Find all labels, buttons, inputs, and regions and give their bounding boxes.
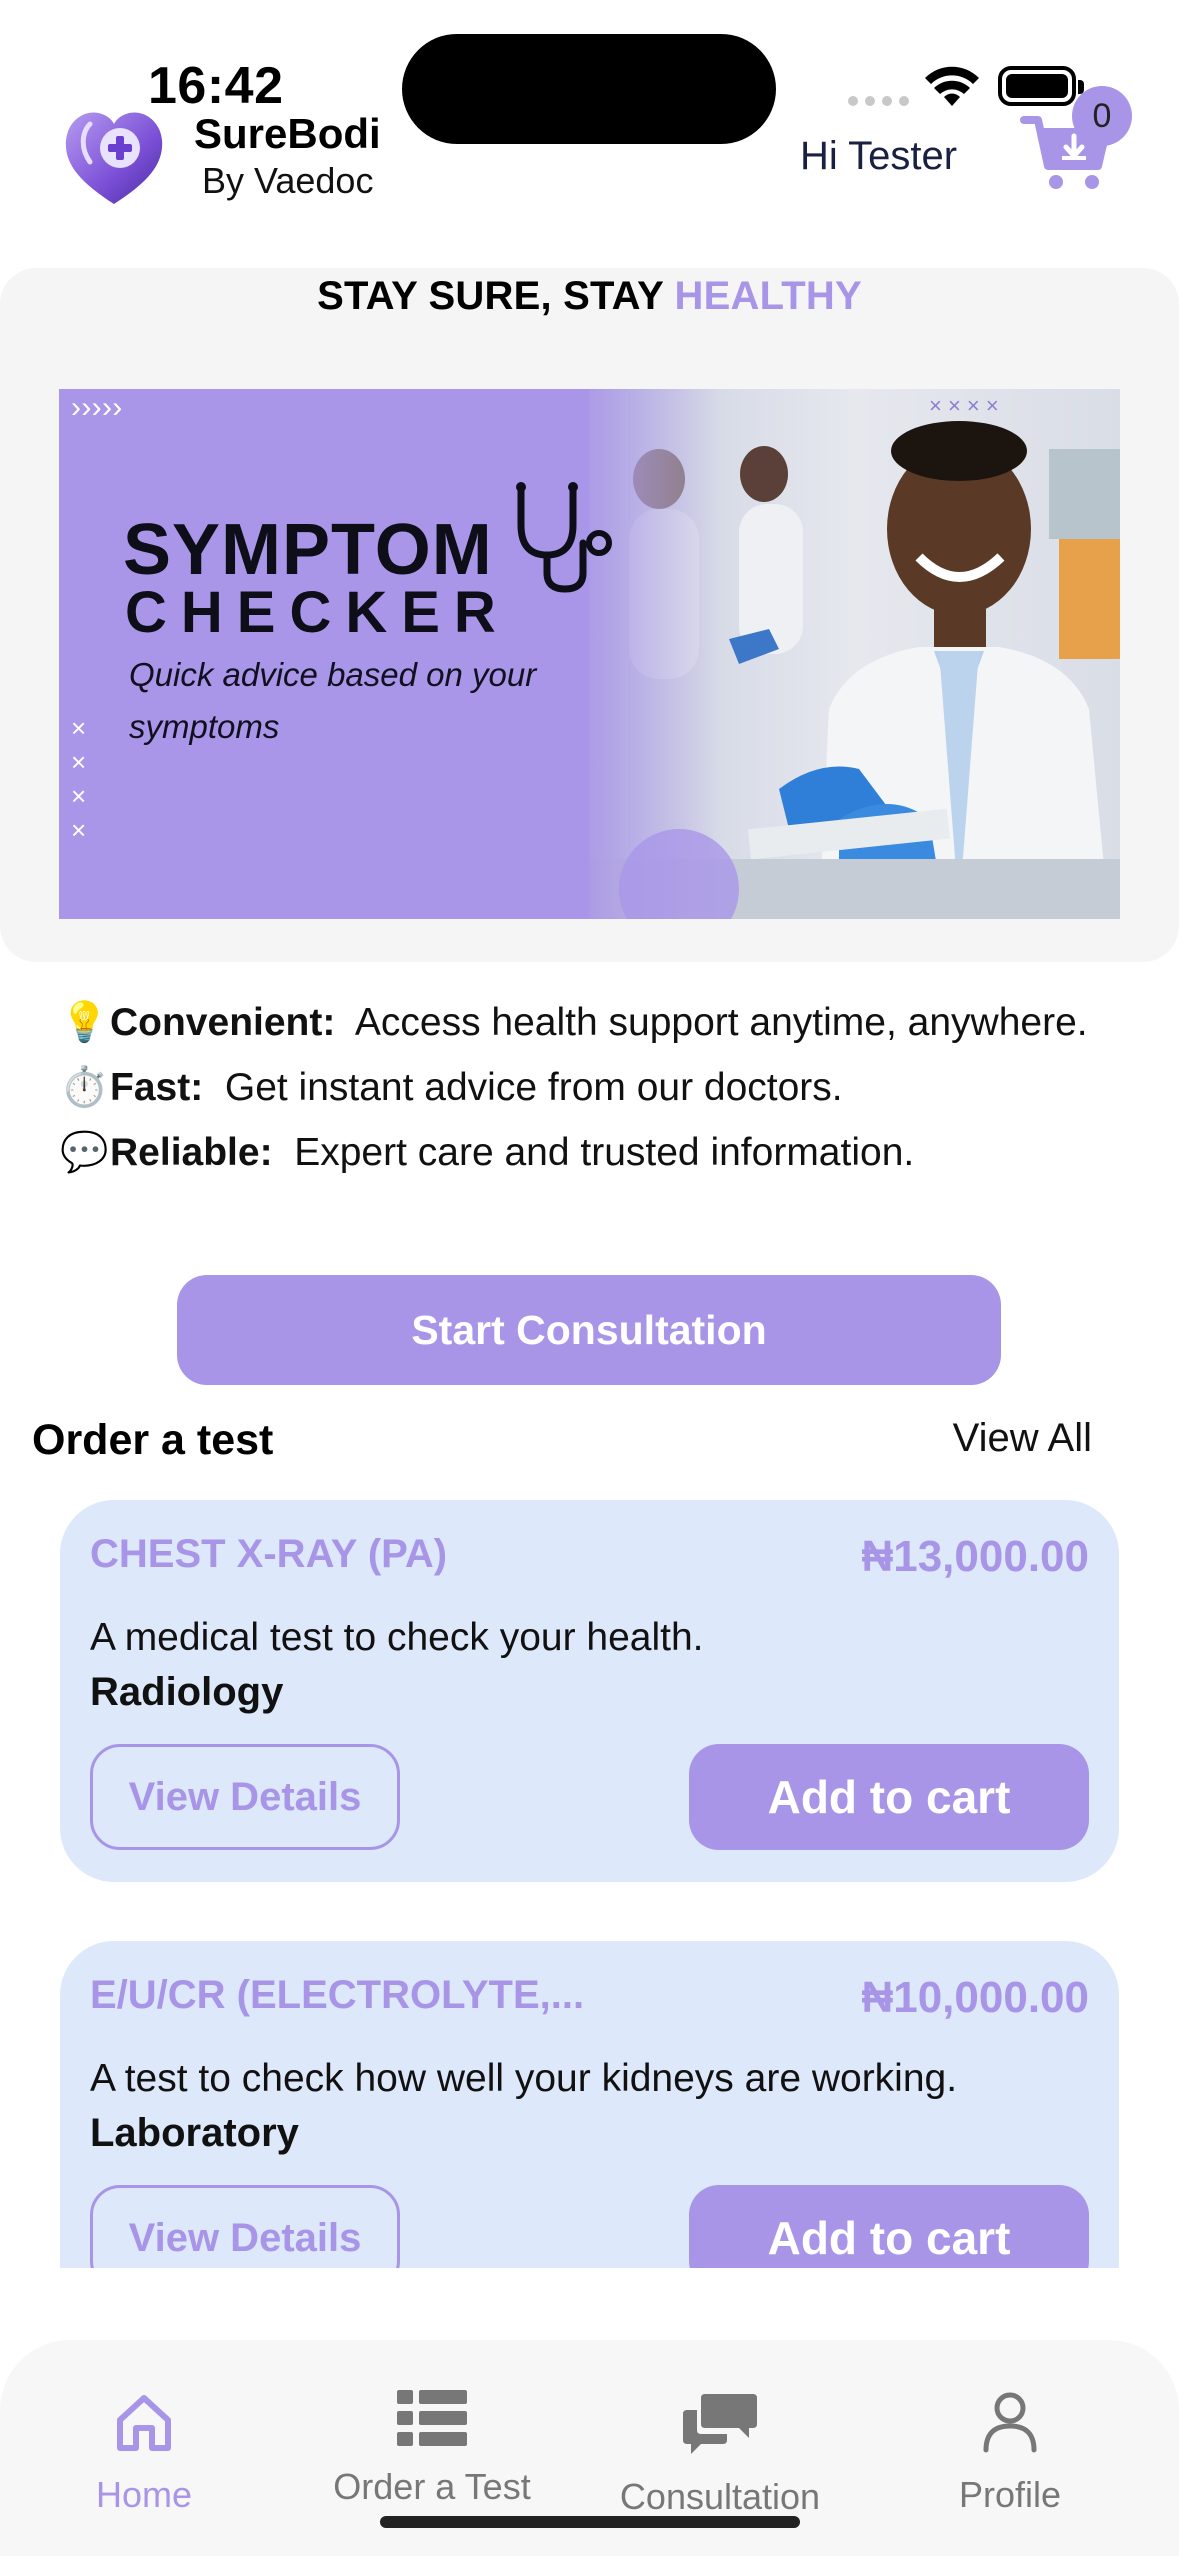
banner-title-line2: CHECKER <box>125 580 510 645</box>
start-consultation-button[interactable]: Start Consultation <box>177 1275 1001 1385</box>
tagline-main: STAY SURE, STAY <box>317 274 675 318</box>
feature-fast: ⏱️Fast: Get instant advice from our doct… <box>60 1055 1120 1120</box>
view-details-button[interactable]: View Details <box>90 1744 400 1850</box>
view-all-link[interactable]: View All <box>953 1416 1092 1461</box>
tab-label: Consultation <box>619 2476 821 2517</box>
banner-subtitle: Quick advice based on your symptoms <box>129 656 537 745</box>
cellular-signal-icon <box>848 96 910 108</box>
feature-label: Fast: <box>110 1066 204 1109</box>
status-time: 16:42 <box>148 57 284 115</box>
chat-bubbles-icon <box>683 2394 757 2454</box>
speech-bubble-icon: 💬 <box>60 1131 109 1174</box>
home-indicator[interactable] <box>380 2516 800 2528</box>
feature-reliable: 💬Reliable: Expert care and trusted infor… <box>60 1120 1120 1185</box>
tab-label: Order a Test <box>333 2466 531 2507</box>
brand-name: SureBodi <box>194 110 381 157</box>
test-price: ₦10,000.00 <box>861 1973 1089 2022</box>
view-details-button[interactable]: View Details <box>90 2185 400 2268</box>
person-icon <box>983 2392 1037 2453</box>
test-category: Laboratory <box>90 2111 299 2155</box>
stethoscope-icon <box>516 482 612 593</box>
stopwatch-icon: ⏱️ <box>60 1066 109 1109</box>
dynamic-island <box>402 34 776 144</box>
tab-consultation[interactable]: Consultation <box>590 2390 850 2518</box>
cart-button[interactable]: 0 <box>1020 86 1138 198</box>
decorative-crosses: × × × × <box>71 713 87 845</box>
tab-order-test[interactable]: Order a Test <box>302 2390 562 2508</box>
surebodi-logo-icon <box>65 112 163 204</box>
test-description: A test to check how well your kidneys ar… <box>90 2057 958 2100</box>
feature-label: Reliable: <box>110 1131 273 1174</box>
tab-label: Profile <box>958 2474 1062 2515</box>
doctor-photo: × × × × <box>589 389 1120 919</box>
tagline: STAY SURE, STAY HEALTHY <box>0 274 1179 319</box>
list-icon <box>397 2390 467 2446</box>
test-card: E/U/CR (ELECTROLYTE,... ₦10,000.00 A tes… <box>60 1941 1119 2268</box>
order-test-title: Order a test <box>32 1416 274 1464</box>
feature-convenient: 💡Convenient: Access health support anyti… <box>60 990 1120 1055</box>
test-card: CHEST X-RAY (PA) ₦13,000.00 A medical te… <box>60 1500 1119 1882</box>
tagline-accent: HEALTHY <box>674 274 862 318</box>
home-icon <box>117 2395 171 2451</box>
test-description: A medical test to check your health. <box>90 1616 704 1659</box>
decorative-chevrons: › › › › › <box>71 391 122 424</box>
tab-label: Home <box>95 2474 193 2515</box>
features-list: 💡Convenient: Access health support anyti… <box>60 990 1120 1185</box>
feature-text: Get instant advice from our doctors. <box>224 1066 843 1109</box>
feature-text: Expert care and trusted information. <box>294 1131 915 1174</box>
feature-text: Access health support anytime, anywhere. <box>354 1001 1088 1044</box>
add-to-cart-button[interactable]: Add to cart <box>689 2185 1089 2268</box>
feature-label: Convenient: <box>110 1001 336 1044</box>
cart-count-badge: 0 <box>1072 86 1132 146</box>
svg-text:× × × ×: × × × × <box>929 393 999 418</box>
test-category: Radiology <box>90 1670 284 1714</box>
tab-profile[interactable]: Profile <box>880 2390 1140 2516</box>
user-greeting: Hi Tester <box>800 134 958 178</box>
symptom-checker-banner[interactable]: × × × × › › › › › × × × × SYMPTOM CHECKE… <box>59 389 1120 919</box>
test-name: E/U/CR (ELECTROLYTE,... <box>90 1973 585 2017</box>
lightbulb-icon: 💡 <box>60 1001 109 1044</box>
wifi-icon <box>925 66 979 106</box>
test-price: ₦13,000.00 <box>861 1532 1089 1581</box>
tab-home[interactable]: Home <box>14 2390 274 2516</box>
brand-subtitle: By Vaedoc <box>202 160 374 201</box>
test-list[interactable]: CHEST X-RAY (PA) ₦13,000.00 A medical te… <box>0 1480 1179 2268</box>
add-to-cart-button[interactable]: Add to cart <box>689 1744 1089 1850</box>
test-name: CHEST X-RAY (PA) <box>90 1532 448 1576</box>
